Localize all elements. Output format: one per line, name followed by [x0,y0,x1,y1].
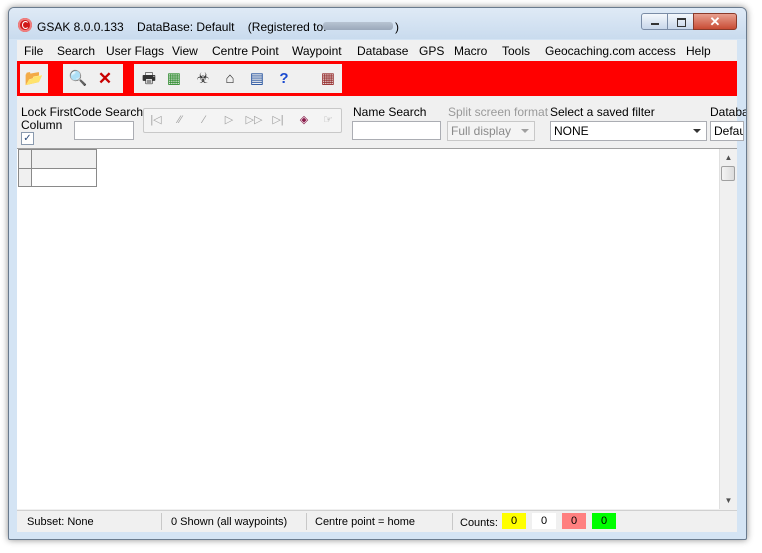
count-badge-yellow: 0 [502,513,526,529]
split-screen-label: Split screen format [448,105,549,119]
waypoint-grid[interactable]: ▲ ▼ [17,148,737,509]
toolbar: 📂 🔍 ✕ 🖶 ▦ ☣ ⌂ ▤ ? ▦ [17,61,737,96]
saved-filter-select[interactable]: NONE [550,121,707,141]
status-divider [161,513,162,530]
menu-geocaching-access[interactable]: Geocaching.com access [545,44,676,58]
next-record-icon[interactable]: ▷ [219,112,239,129]
scroll-up-icon[interactable]: ▲ [720,149,737,166]
previous-page-icon[interactable]: ⁄⁄ [170,112,190,129]
lock-first-column-label-2: Column [21,118,63,132]
menu-search[interactable]: Search [57,44,95,58]
erase-icon[interactable]: ◈ [294,112,314,129]
home-icon[interactable]: ⌂ [219,68,241,90]
menu-tools[interactable]: Tools [502,44,530,58]
lock-first-column-label: Lock First [21,105,74,119]
menu-bar: File Search User Flags View Centre Point… [17,40,737,60]
delete-icon[interactable]: ✕ [94,68,116,90]
chevron-down-icon [693,129,701,133]
saved-filter-label: Select a saved filter [550,105,655,119]
menu-centre-point[interactable]: Centre Point [212,44,279,58]
menu-database[interactable]: Database [357,44,408,58]
menu-gps[interactable]: GPS [419,44,444,58]
toolbar-group-2: 🔍 ✕ [63,64,123,93]
navigation-bar: |◁ ⁄⁄ ⁄ ▷ ▷▷ ▷| ◈ ☞ [143,108,342,133]
client-area: File Search User Flags View Centre Point… [17,40,746,532]
grid-row-header[interactable] [18,168,32,187]
saved-filter-value: NONE [554,124,589,138]
scroll-down-icon[interactable]: ▼ [720,492,737,509]
grid-cell[interactable] [31,168,97,187]
signpost-icon[interactable]: ☣ [192,68,214,90]
menu-file[interactable]: File [24,44,43,58]
status-divider [306,513,307,530]
count-badge-red: 0 [562,513,586,529]
minimize-icon [642,14,667,29]
database-value: Defau [714,124,744,138]
window-icon[interactable]: ▤ [246,68,268,90]
menu-help[interactable]: Help [686,44,711,58]
window-title: GSAK 8.0.0.133 DataBase: Default (Regist… [37,20,327,34]
filter-row: Lock First Column ✓ Code Search |◁ ⁄⁄ ⁄ … [17,97,746,147]
window-title-end: ) [395,20,399,34]
split-screen-select[interactable]: Full display [447,121,535,141]
next-page-icon[interactable]: ▷▷ [244,112,264,129]
open-folder-icon[interactable]: 📂 [23,68,45,90]
code-search-label: Code Search [73,105,144,119]
menu-user-flags[interactable]: User Flags [106,44,164,58]
help-icon[interactable]: ? [273,68,295,90]
counts-label: Counts: [460,517,498,529]
database-label: Databa [710,105,747,119]
status-centre-point: Centre point = home [315,516,415,528]
code-search-input[interactable] [74,121,134,140]
close-icon: ✕ [709,14,721,29]
toolbar-group-3: 🖶 ▦ ☣ ⌂ ▤ ? [134,64,317,93]
preview-icon[interactable]: 🔍 [67,68,89,90]
registered-name-redacted [323,22,393,30]
grid-corner-cell[interactable] [18,149,32,169]
lock-first-column-checkbox[interactable]: ✓ [21,132,34,145]
vertical-scrollbar[interactable]: ▲ ▼ [719,149,737,509]
first-record-icon[interactable]: |◁ [146,112,166,129]
name-search-input[interactable] [352,121,441,140]
main-window: GSAK 8.0.0.133 DataBase: Default (Regist… [8,7,747,540]
maximize-icon [668,14,693,29]
toolbar-group-4: ▦ [314,64,342,93]
database-select[interactable]: Defau [710,121,744,141]
minimize-button[interactable] [641,13,668,30]
previous-record-icon[interactable]: ⁄ [194,112,214,129]
status-divider [452,513,453,530]
title-bar[interactable]: GSAK 8.0.0.133 DataBase: Default (Regist… [9,8,746,39]
status-shown: 0 Shown (all waypoints) [171,516,288,528]
menu-macro[interactable]: Macro [454,44,487,58]
status-subset: Subset: None [27,516,94,528]
grid-colors-icon[interactable]: ▦ [163,68,185,90]
status-bar: Subset: None 0 Shown (all waypoints) Cen… [17,510,737,532]
gsak-app-icon[interactable] [18,18,32,32]
pointer-icon[interactable]: ☞ [318,112,338,129]
name-search-label: Name Search [353,105,427,119]
close-button[interactable]: ✕ [693,13,737,30]
maximize-button[interactable] [667,13,694,30]
count-badge-green: 0 [592,513,616,529]
grid-column-header[interactable] [31,149,97,169]
exit-icon[interactable]: ▦ [317,68,339,90]
print-icon[interactable]: 🖶 [138,68,160,90]
menu-waypoint[interactable]: Waypoint [292,44,342,58]
scroll-thumb[interactable] [721,166,735,181]
last-record-icon[interactable]: ▷| [268,112,288,129]
menu-view[interactable]: View [172,44,198,58]
chevron-down-icon [521,129,529,133]
toolbar-group-1: 📂 [20,64,48,93]
split-screen-value: Full display [451,124,512,138]
count-badge-white: 0 [532,513,556,529]
